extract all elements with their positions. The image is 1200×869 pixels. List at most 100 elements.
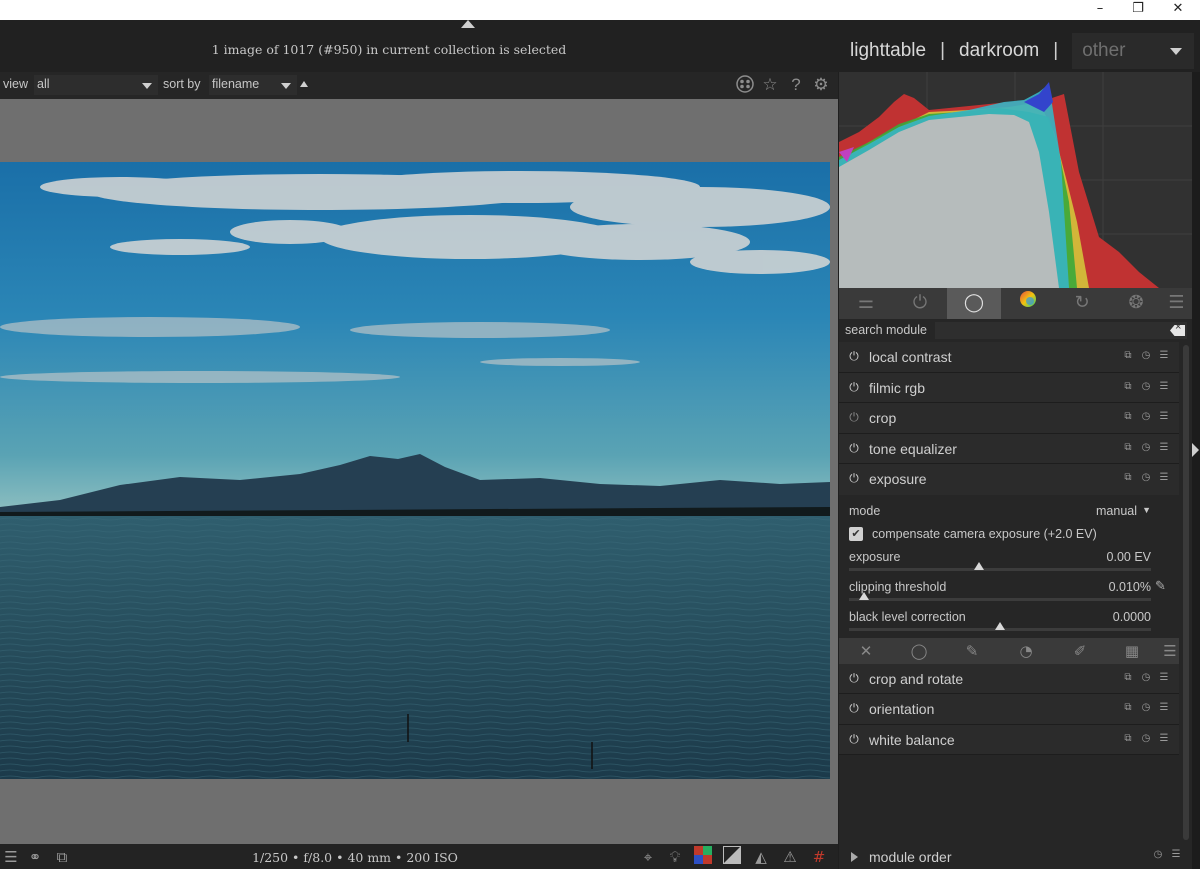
compensate-exposure-checkbox[interactable]: ✔ — [849, 526, 863, 541]
multi-instance-icon[interactable]: ⧉ — [1121, 379, 1135, 395]
presets-icon[interactable]: ☰ — [1157, 348, 1171, 364]
power-icon[interactable]: ⏻ — [847, 441, 861, 455]
blend-mask-bar: ✕ ◯ ✎ ◔ ✐ ▦ ☰ — [839, 637, 1179, 664]
close-button[interactable]: ✕ — [1160, 0, 1196, 20]
module-order-row[interactable]: module order ◷ ☰ — [839, 844, 1192, 869]
view-filter-combobox[interactable]: all — [34, 75, 158, 95]
drawn-mask-icon[interactable]: ✎ — [957, 640, 987, 662]
presets-icon[interactable]: ☰ — [1169, 849, 1183, 865]
presets-icon[interactable]: ☰ — [1157, 670, 1171, 686]
power-icon[interactable]: ⏻ — [847, 732, 861, 746]
power-icon[interactable]: ⏻ — [847, 380, 861, 394]
help-icon[interactable]: ? — [786, 75, 806, 95]
raw-overexposed-icon[interactable] — [721, 846, 743, 868]
top-panel-expander-icon[interactable] — [461, 20, 475, 28]
reset-icon[interactable]: ◷ — [1139, 379, 1153, 395]
gear-icon[interactable]: ⚙ — [811, 75, 831, 95]
drawn-parametric-mask-icon[interactable]: ✐ — [1065, 640, 1095, 662]
power-icon[interactable]: ⏻ — [847, 671, 861, 685]
star-icon[interactable]: ☆ — [760, 75, 780, 95]
reset-icon[interactable]: ◷ — [1139, 670, 1153, 686]
power-icon[interactable]: ⏻ — [847, 410, 861, 424]
color-labels-icon[interactable] — [735, 75, 755, 95]
group-color-icon[interactable] — [1001, 288, 1055, 319]
module-crop[interactable]: ⏻ crop ⧉ ◷ ☰ — [839, 403, 1179, 434]
chevron-down-icon — [281, 83, 291, 89]
view-other-dropdown[interactable]: other — [1072, 33, 1195, 69]
multi-instance-icon[interactable]: ⧉ — [1121, 409, 1135, 425]
module-name: local contrast — [869, 349, 952, 365]
black-level-correction-slider-handle[interactable] — [995, 621, 1005, 630]
module-name: white balance — [869, 731, 955, 748]
reset-icon[interactable]: ◷ — [1139, 440, 1153, 456]
parametric-mask-icon[interactable]: ◔ — [1011, 640, 1041, 662]
reset-icon[interactable]: ◷ — [1139, 409, 1153, 425]
multi-instance-icon[interactable]: ⧉ — [1121, 348, 1135, 364]
module-local-contrast[interactable]: ⏻ local contrast ⧉ ◷ ☰ — [839, 342, 1179, 373]
exposure-slider[interactable] — [849, 567, 1151, 571]
center-image-view[interactable] — [0, 99, 838, 844]
expand-arrow-icon — [851, 852, 858, 862]
module-tone-equalizer[interactable]: ⏻ tone equalizer ⧉ ◷ ☰ — [839, 433, 1179, 464]
multi-instance-icon[interactable]: ⧉ — [1121, 470, 1135, 486]
color-picker-icon[interactable]: ✎ — [1155, 578, 1166, 594]
focus-peaking-icon[interactable]: ⌖ — [637, 846, 659, 868]
raster-mask-icon[interactable]: ▦ — [1117, 640, 1147, 662]
blend-presets-icon[interactable]: ☰ — [1155, 640, 1185, 662]
guides-icon[interactable]: # — [808, 846, 830, 868]
module-exposure[interactable]: ⏻ exposure ⧉ ◷ ☰ — [839, 464, 1179, 495]
mode-combobox[interactable]: mode manual ▼ — [849, 504, 1151, 520]
uniform-blend-icon[interactable]: ◯ — [904, 640, 934, 662]
presets-icon[interactable]: ☰ — [1157, 700, 1171, 716]
group-quick-access-icon[interactable]: ⚌ — [839, 288, 893, 319]
reset-icon[interactable]: ◷ — [1151, 849, 1165, 865]
presets-icon[interactable]: ☰ — [1157, 409, 1171, 425]
power-icon[interactable]: ⏻ — [847, 471, 861, 485]
module-list-scrollbar[interactable] — [1183, 345, 1189, 840]
softproof-icon[interactable]: ◭ — [750, 846, 772, 868]
histogram[interactable] — [839, 72, 1192, 288]
presets-menu-icon[interactable]: ☰ — [1161, 288, 1192, 319]
reset-icon[interactable]: ◷ — [1139, 700, 1153, 716]
group-correct-icon[interactable]: ↻ — [1055, 288, 1109, 319]
power-icon[interactable]: ⏻ — [847, 701, 861, 715]
group-active-modules-icon[interactable]: ⏻ — [893, 288, 947, 319]
view-lighttable[interactable]: lighttable — [850, 40, 926, 62]
blend-off-icon[interactable]: ✕ — [851, 640, 881, 662]
right-panel: ⚌ ⏻ ◯ ↻ ❂ ☰ search module ⏻ local contra… — [839, 72, 1192, 869]
black-level-correction-label: black level correction — [849, 609, 966, 624]
multi-instance-icon[interactable]: ⧉ — [1121, 670, 1135, 686]
multi-instance-icon[interactable]: ⧉ — [1121, 700, 1135, 716]
reset-icon[interactable]: ◷ — [1139, 470, 1153, 486]
sort-by-combobox[interactable]: filename — [209, 75, 297, 95]
reset-icon[interactable]: ◷ — [1139, 348, 1153, 364]
presets-icon[interactable]: ☰ — [1157, 440, 1171, 456]
group-effect-icon[interactable]: ❂ — [1109, 288, 1163, 319]
clipping-threshold-slider[interactable] — [849, 597, 1151, 601]
presets-icon[interactable]: ☰ — [1157, 379, 1171, 395]
gamut-check-icon[interactable]: ⚠ — [779, 846, 801, 868]
power-icon[interactable]: ⏻ — [847, 349, 861, 363]
module-filmic-rgb[interactable]: ⏻ filmic rgb ⧉ ◷ ☰ — [839, 372, 1179, 403]
clipping-threshold-slider-handle[interactable] — [859, 591, 870, 600]
image-preview — [0, 162, 830, 779]
minimize-button[interactable]: – — [1082, 0, 1118, 20]
module-crop-and-rotate[interactable]: ⏻ crop and rotate ⧉ ◷ ☰ — [839, 663, 1179, 694]
presets-icon[interactable]: ☰ — [1157, 731, 1171, 747]
group-base-icon[interactable]: ◯ — [947, 288, 1001, 319]
sort-ascending-icon[interactable] — [300, 81, 308, 87]
reset-icon[interactable]: ◷ — [1139, 731, 1153, 747]
multi-instance-icon[interactable]: ⧉ — [1121, 440, 1135, 456]
color-assessment-icon[interactable] — [692, 846, 714, 868]
module-white-balance[interactable]: ⏻ white balance ⧉ ◷ ☰ — [839, 724, 1179, 755]
lightbulb-icon[interactable]: 💡︎ — [664, 846, 686, 868]
exposure-slider-handle[interactable] — [973, 561, 984, 570]
module-orientation[interactable]: ⏻ orientation ⧉ ◷ ☰ — [839, 694, 1179, 725]
presets-icon[interactable]: ☰ — [1157, 470, 1171, 486]
search-module-input[interactable] — [935, 322, 1187, 339]
multi-instance-icon[interactable]: ⧉ — [1121, 731, 1135, 747]
restore-button[interactable]: ❐ — [1120, 0, 1156, 20]
mode-label: mode — [849, 503, 881, 518]
right-panel-collapse-icon[interactable] — [1192, 443, 1199, 457]
view-darkroom[interactable]: darkroom — [959, 40, 1039, 62]
